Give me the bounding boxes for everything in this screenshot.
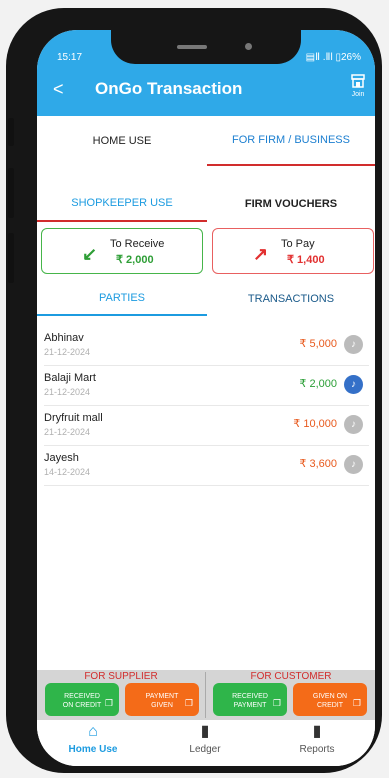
bell-icon[interactable]: ♪ — [344, 415, 363, 434]
home-icon: ⌂ — [88, 723, 98, 740]
button-line-1: GIVEN ON — [312, 693, 348, 700]
payment-given-button[interactable]: PAYMENT GIVEN ❐ — [125, 683, 199, 716]
party-name: Dryfruit mall — [44, 412, 103, 424]
to-pay-amount: ₹ 1,400 — [287, 254, 325, 266]
back-button[interactable]: < — [53, 80, 64, 98]
join-label: Join — [351, 91, 365, 98]
button-line-2: CREDIT — [316, 702, 344, 709]
hand-icon: ❐ — [184, 698, 193, 708]
to-pay-label: To Pay — [281, 238, 315, 250]
customer-title: FOR CUSTOMER — [250, 671, 332, 682]
button-line-1: RECEIVED — [64, 693, 100, 700]
button-line-2: GIVEN — [151, 702, 173, 709]
bottom-nav: ⌂ Home Use ▮ Ledger ▮ Reports — [37, 720, 375, 766]
list-item[interactable]: Abhinav 21-12-2024 ₹ 5,000 ♪ — [44, 326, 369, 366]
mute-switch — [8, 118, 14, 146]
arrow-up-right-icon: ↗ — [253, 244, 269, 264]
notch — [111, 30, 301, 64]
status-indicators: ▤Ⅱ .Ⅱl ▯26% — [305, 52, 361, 63]
tab-home-use[interactable]: HOME USE — [37, 116, 207, 166]
hand-icon: ❐ — [272, 698, 281, 708]
tab-parties[interactable]: PARTIES — [37, 282, 207, 316]
button-line-1: PAYMENT — [145, 693, 179, 700]
given-on-credit-button[interactable]: GIVEN ON CREDIT ❐ — [293, 683, 367, 716]
button-line-1: RECEIVED — [232, 693, 268, 700]
top-tabs: HOME USE FOR FIRM / BUSINESS — [37, 116, 375, 166]
phone-frame: 15:17 ▤Ⅱ .Ⅱl ▯26% < OnGo Transaction Joi… — [6, 8, 382, 773]
button-line-2: ON CREDIT — [62, 702, 102, 709]
tab-transactions[interactable]: TRANSACTIONS — [207, 282, 375, 316]
bell-icon[interactable]: ♪ — [344, 455, 363, 474]
received-on-credit-button[interactable]: RECEIVED ON CREDIT ❐ — [45, 683, 119, 716]
tab-firm-vouchers[interactable]: FIRM VOUCHERS — [207, 186, 375, 222]
to-receive-card[interactable]: ↙ To Receive ₹ 2,000 — [41, 228, 203, 274]
party-name: Balaji Mart — [44, 372, 96, 384]
camera — [245, 43, 252, 50]
speaker — [177, 45, 207, 49]
arrow-down-left-icon: ↙ — [82, 244, 98, 264]
list-item[interactable]: Balaji Mart 21-12-2024 ₹ 2,000 ♪ — [44, 366, 369, 406]
hand-icon: ❐ — [104, 698, 113, 708]
party-amount: ₹ 3,600 — [299, 458, 337, 470]
party-date: 21-12-2024 — [44, 427, 91, 437]
action-panel: FOR SUPPLIER FOR CUSTOMER RECEIVED ON CR… — [37, 670, 375, 720]
bell-icon[interactable]: ♪ — [344, 375, 363, 394]
nav-home-label: Home Use — [68, 744, 118, 755]
list-tabs: PARTIES TRANSACTIONS — [37, 282, 375, 316]
nav-home-use[interactable]: ⌂ Home Use — [37, 722, 149, 755]
list-item[interactable]: Dryfruit mall 21-12-2024 ₹ 10,000 ♪ — [44, 406, 369, 446]
app-screen: 15:17 ▤Ⅱ .Ⅱl ▯26% < OnGo Transaction Joi… — [37, 30, 375, 766]
party-amount: ₹ 10,000 — [293, 418, 337, 430]
volume-down-button — [8, 233, 14, 283]
nav-ledger-label: Ledger — [189, 744, 221, 755]
book-icon: ▮ — [200, 723, 210, 740]
page-title: OnGo Transaction — [95, 79, 243, 98]
party-date: 21-12-2024 — [44, 347, 91, 357]
volume-up-button — [8, 168, 14, 218]
join-button[interactable]: Join — [351, 74, 365, 98]
button-line-2: PAYMENT — [233, 702, 267, 709]
party-date: 21-12-2024 — [44, 387, 91, 397]
status-time: 15:17 — [57, 52, 83, 63]
app-header: 15:17 ▤Ⅱ .Ⅱl ▯26% < OnGo Transaction Joi… — [37, 30, 375, 116]
tab-shopkeeper-use[interactable]: SHOPKEEPER USE — [37, 186, 207, 222]
store-icon — [351, 74, 365, 91]
tab-firm-business[interactable]: FOR FIRM / BUSINESS — [207, 116, 375, 166]
party-name: Abhinav — [44, 332, 84, 344]
party-date: 14-12-2024 — [44, 467, 91, 477]
to-pay-card[interactable]: ↗ To Pay ₹ 1,400 — [212, 228, 374, 274]
party-name: Jayesh — [44, 452, 79, 464]
party-amount: ₹ 5,000 — [299, 338, 337, 350]
panel-divider — [205, 672, 206, 718]
hand-icon: ❐ — [352, 698, 361, 708]
bell-icon[interactable]: ♪ — [344, 335, 363, 354]
to-receive-amount: ₹ 2,000 — [116, 254, 154, 266]
received-payment-button[interactable]: RECEIVED PAYMENT ❐ — [213, 683, 287, 716]
parties-list: Abhinav 21-12-2024 ₹ 5,000 ♪ Balaji Mart… — [44, 326, 369, 486]
sub-tabs: SHOPKEEPER USE FIRM VOUCHERS — [37, 186, 375, 222]
nav-reports-label: Reports — [299, 744, 335, 755]
party-amount: ₹ 2,000 — [299, 378, 337, 390]
list-item[interactable]: Jayesh 14-12-2024 ₹ 3,600 ♪ — [44, 446, 369, 486]
supplier-title: FOR SUPPLIER — [84, 671, 158, 682]
to-receive-label: To Receive — [110, 238, 165, 250]
book-icon: ▮ — [312, 723, 322, 740]
nav-reports[interactable]: ▮ Reports — [261, 722, 373, 755]
nav-ledger[interactable]: ▮ Ledger — [149, 722, 261, 755]
